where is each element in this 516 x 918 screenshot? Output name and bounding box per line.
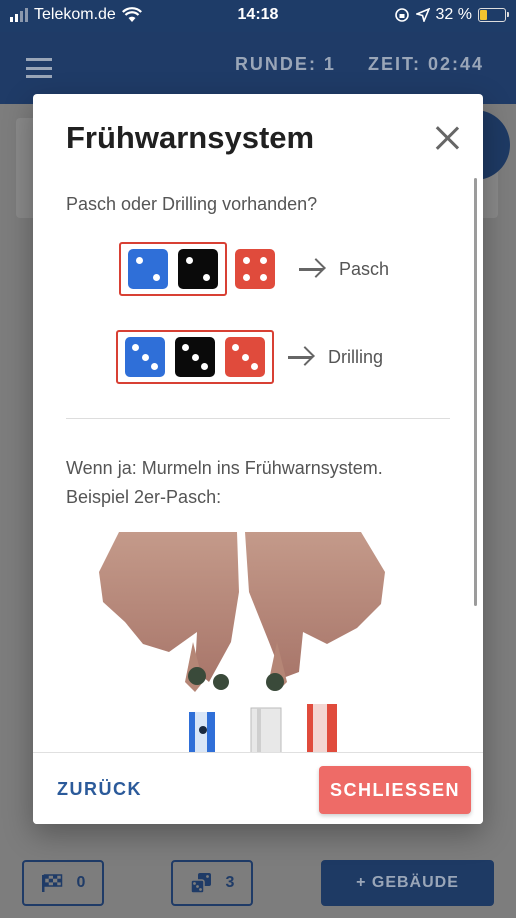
battery-percent: 32 % bbox=[435, 6, 472, 23]
status-bar: Telekom.de 14:18 32 % bbox=[0, 0, 516, 32]
arrow-right-icon bbox=[299, 259, 325, 279]
dialog-actions: ZURÜCK SCHLIESSEN bbox=[33, 752, 483, 824]
drilling-example: Drilling bbox=[116, 330, 383, 384]
add-building-label: + GEBÄUDE bbox=[356, 874, 459, 891]
instruction-text: Wenn ja: Murmeln ins Frühwarnsystem. Bei… bbox=[66, 454, 383, 512]
flag-counter-button[interactable]: 0 bbox=[22, 860, 104, 906]
battery-icon bbox=[478, 8, 509, 22]
example-photo-hands bbox=[99, 532, 385, 772]
drilling-label: Drilling bbox=[328, 346, 384, 367]
orientation-lock-icon bbox=[394, 8, 409, 22]
dice-count: 3 bbox=[225, 874, 235, 891]
die-black-icon bbox=[175, 337, 215, 377]
game-stats: RUNDE: 1 ZEIT: 02:44 bbox=[235, 54, 484, 75]
menu-icon[interactable] bbox=[26, 58, 52, 78]
instruction-line: Wenn ja: Murmeln ins Frühwarnsystem. bbox=[66, 458, 383, 478]
drilling-highlight-box bbox=[116, 330, 274, 384]
dialog-title: Frühwarnsystem bbox=[66, 120, 315, 155]
pasch-example: Pasch bbox=[119, 242, 389, 296]
die-black-icon bbox=[178, 249, 218, 289]
dialog-scrollbar[interactable] bbox=[474, 178, 477, 606]
checkered-flag-icon bbox=[41, 874, 62, 892]
location-icon bbox=[415, 8, 430, 22]
add-building-button[interactable]: + GEBÄUDE bbox=[321, 860, 494, 906]
pasch-highlight-box bbox=[119, 242, 227, 296]
arrow-right-icon bbox=[288, 347, 314, 367]
time-counter: ZEIT: 02:44 bbox=[367, 54, 484, 74]
dice-icon bbox=[189, 873, 211, 894]
dice-counter-button[interactable]: 3 bbox=[171, 860, 253, 906]
round-counter: RUNDE: 1 bbox=[234, 54, 336, 74]
flag-count: 0 bbox=[76, 874, 86, 891]
close-icon[interactable] bbox=[433, 124, 461, 152]
die-blue-icon bbox=[128, 249, 168, 289]
die-red-icon bbox=[225, 337, 265, 377]
close-dialog-button[interactable]: SCHLIESSEN bbox=[319, 766, 471, 814]
die-red-icon bbox=[235, 249, 275, 289]
dialog-question: Pasch oder Drilling vorhanden? bbox=[66, 194, 318, 214]
divider bbox=[66, 418, 450, 419]
back-button[interactable]: ZURÜCK bbox=[57, 779, 142, 800]
die-blue-icon bbox=[125, 337, 165, 377]
example-caption: Beispiel 2er-Pasch: bbox=[66, 487, 222, 507]
status-right: 32 % bbox=[394, 6, 509, 24]
early-warning-dialog: Frühwarnsystem Pasch oder Drilling vorha… bbox=[33, 94, 483, 824]
pasch-label: Pasch bbox=[339, 258, 390, 279]
